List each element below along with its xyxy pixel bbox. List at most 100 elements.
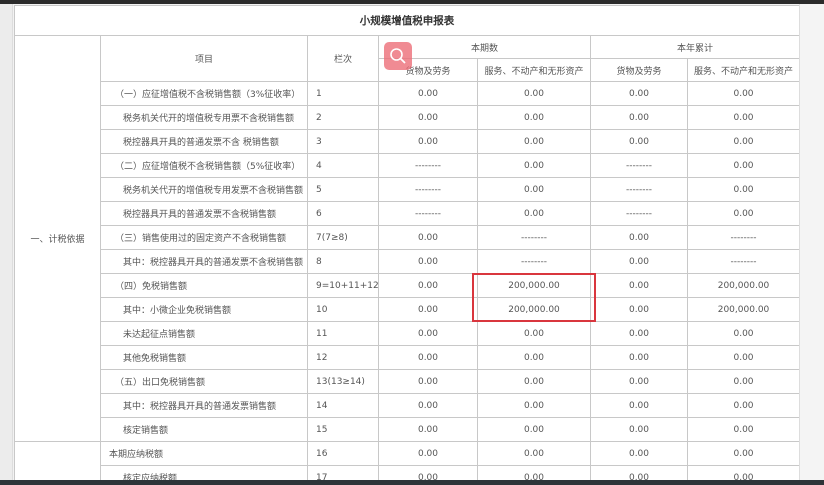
value-cell[interactable]: 0.00	[477, 321, 591, 346]
table-row: （五）出口免税销售额 13(13≥14) 0.00 0.00 0.00 0.00	[15, 369, 799, 394]
value-cell[interactable]: --------	[686, 249, 799, 274]
row-line: 16	[307, 441, 379, 466]
row-line: 7(7≥8)	[307, 225, 379, 250]
value-cell[interactable]: 0.00	[590, 129, 688, 154]
row-line: 13(13≥14)	[307, 369, 379, 394]
section-label-2	[14, 441, 101, 480]
row-item: 核定应纳税额	[100, 465, 308, 480]
value-cell[interactable]: 0.00	[686, 105, 799, 130]
table-row: 其中：税控器具开具的普通发票不含税销售额 8 0.00 -------- 0.00 ---…	[15, 249, 799, 274]
value-cell[interactable]: --------	[378, 201, 478, 226]
value-cell[interactable]: 0.00	[590, 465, 688, 480]
value-cell[interactable]: 0.00	[477, 345, 591, 370]
table-row: （四）免税销售额 9=10+11+12 0.00 200,000.00 0.00 200,…	[15, 273, 799, 298]
row-item: （二）应征增值税不含税销售额（5%征收率）	[100, 153, 308, 178]
value-cell[interactable]: 0.00	[378, 417, 478, 442]
value-cell[interactable]: 0.00	[378, 129, 478, 154]
row-line: 4	[307, 153, 379, 178]
table-row: （三）销售使用过的固定资产不含税销售额 7(7≥8) 0.00 -------- 0.0…	[15, 225, 799, 250]
row-line: 17	[307, 465, 379, 480]
search-icon[interactable]	[384, 42, 412, 70]
value-cell[interactable]: 0.00	[378, 105, 478, 130]
value-cell[interactable]: 0.00	[477, 369, 591, 394]
value-cell[interactable]: 0.00	[686, 465, 799, 480]
value-cell[interactable]: 0.00	[590, 441, 688, 466]
value-cell[interactable]: 0.00	[378, 225, 478, 250]
row-line: 8	[307, 249, 379, 274]
value-cell[interactable]: 0.00	[590, 81, 688, 106]
value-cell[interactable]: 0.00	[477, 177, 591, 202]
value-cell[interactable]: 0.00	[477, 417, 591, 442]
value-cell[interactable]: --------	[378, 153, 478, 178]
table-row: 税务机关代开的增值税专用票不含税销售额 2 0.00 0.00 0.00 0.00	[15, 105, 799, 130]
value-cell[interactable]: 0.00	[686, 81, 799, 106]
value-cell[interactable]: 0.00	[686, 129, 799, 154]
value-cell[interactable]: 0.00	[378, 369, 478, 394]
value-cell[interactable]: 200,000.00	[686, 297, 799, 322]
header-services: 服务、不动产和无形资产	[477, 58, 591, 82]
value-cell[interactable]: --------	[477, 249, 591, 274]
value-cell[interactable]: 0.00	[378, 81, 478, 106]
header-goods-ytd: 货物及劳务	[590, 58, 688, 82]
value-cell[interactable]: 0.00	[590, 345, 688, 370]
table-row: 本期应纳税额 16 0.00 0.00 0.00 0.00	[14, 441, 799, 480]
value-cell[interactable]: --------	[686, 225, 799, 250]
value-cell[interactable]: 0.00	[590, 417, 688, 442]
value-cell[interactable]: 0.00	[590, 273, 688, 298]
value-cell[interactable]: 0.00	[477, 393, 591, 418]
table-row: 税控器具开具的普通发票不含税销售额 6 -------- 0.00 -------- 0.…	[15, 201, 799, 226]
value-cell[interactable]: 0.00	[477, 81, 591, 106]
value-cell[interactable]: 0.00	[378, 393, 478, 418]
value-cell[interactable]: 0.00	[378, 249, 478, 274]
row-item: 其中：税控器具开具的普通发票不含税销售额	[100, 249, 308, 274]
value-cell[interactable]: 0.00	[686, 153, 799, 178]
row-line: 1	[307, 81, 379, 106]
value-cell[interactable]: --------	[590, 153, 688, 178]
table-row: 其中：税控器具开具的普通发票销售额 14 0.00 0.00 0.00 0.00	[15, 393, 799, 418]
value-cell[interactable]: 0.00	[590, 369, 688, 394]
row-item: 税控器具开具的普通发票不含税销售额	[100, 201, 308, 226]
value-cell[interactable]: 0.00	[686, 345, 799, 370]
value-cell[interactable]: 0.00	[477, 465, 591, 480]
value-cell[interactable]: 0.00	[686, 201, 799, 226]
header-item: 项目	[100, 35, 308, 82]
value-cell[interactable]: 0.00	[477, 129, 591, 154]
value-cell[interactable]: 0.00	[686, 321, 799, 346]
value-cell[interactable]: 0.00	[590, 297, 688, 322]
value-cell[interactable]: 0.00	[686, 441, 799, 466]
value-cell[interactable]: --------	[590, 177, 688, 202]
row-item: （三）销售使用过的固定资产不含税销售额	[100, 225, 308, 250]
value-cell[interactable]: 0.00	[590, 249, 688, 274]
value-cell[interactable]: 0.00	[477, 153, 591, 178]
value-cell[interactable]: 0.00	[686, 417, 799, 442]
value-cell[interactable]: 0.00	[378, 297, 478, 322]
value-cell[interactable]: 0.00	[477, 441, 591, 466]
table-row: （一）应征增值税不含税销售额（3%征收率） 1 0.00 0.00 0.00 0.00	[15, 81, 799, 106]
header-line: 栏次	[307, 35, 379, 82]
value-cell[interactable]: --------	[378, 177, 478, 202]
value-cell[interactable]: 0.00	[590, 393, 688, 418]
value-cell[interactable]: 0.00	[378, 441, 478, 466]
value-cell[interactable]: 0.00	[378, 345, 478, 370]
value-cell[interactable]: 0.00	[590, 105, 688, 130]
value-cell[interactable]: 0.00	[590, 225, 688, 250]
value-cell[interactable]: --------	[477, 225, 591, 250]
value-cell[interactable]: 0.00	[590, 321, 688, 346]
value-cell[interactable]: 0.00	[686, 177, 799, 202]
row-item: 其中：税控器具开具的普通发票销售额	[100, 393, 308, 418]
scrollbar[interactable]	[799, 4, 824, 480]
value-cell[interactable]: 0.00	[378, 465, 478, 480]
value-cell[interactable]: --------	[590, 201, 688, 226]
value-cell[interactable]: 0.00	[686, 393, 799, 418]
value-cell[interactable]: 0.00	[477, 105, 591, 130]
row-line: 3	[307, 129, 379, 154]
value-cell[interactable]: 200,000.00	[686, 273, 799, 298]
row-line: 12	[307, 345, 379, 370]
page-title: 小规模增值税申报表	[14, 5, 799, 36]
row-item: 税务机关代开的增值税专用发票不含税销售额	[100, 177, 308, 202]
row-item: （五）出口免税销售额	[100, 369, 308, 394]
value-cell[interactable]: 0.00	[378, 273, 478, 298]
value-cell[interactable]: 0.00	[686, 369, 799, 394]
value-cell[interactable]: 0.00	[477, 201, 591, 226]
value-cell[interactable]: 0.00	[378, 321, 478, 346]
